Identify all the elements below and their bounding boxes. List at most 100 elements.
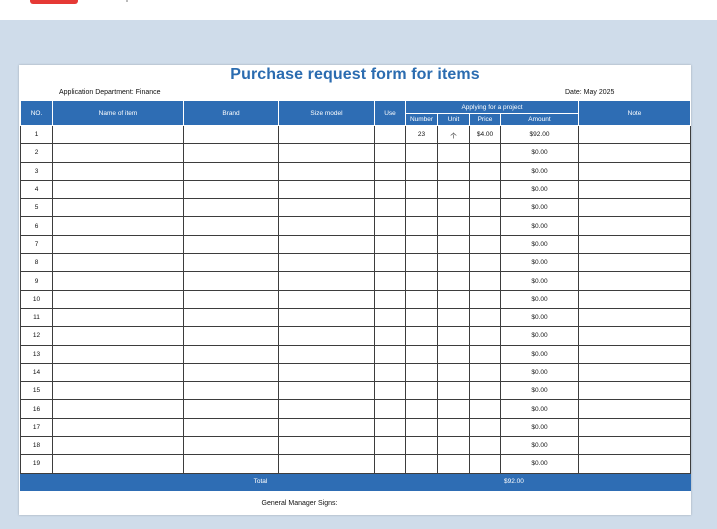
cell-brand	[183, 344, 279, 364]
cell-brand	[183, 271, 279, 291]
cell-price: $4.00	[469, 124, 501, 145]
cell-use	[374, 234, 406, 255]
cell-name	[52, 271, 184, 291]
cell-unit	[437, 399, 470, 419]
cell-amount: $0.00	[500, 362, 579, 383]
cell-brand	[183, 143, 279, 163]
cell-name	[52, 381, 184, 401]
table-row: 9 $0.00	[20, 271, 691, 291]
cell-number	[405, 271, 438, 291]
cell-no: 1	[20, 124, 53, 145]
cell-note	[578, 289, 691, 309]
header-number: Number	[405, 113, 438, 126]
cell-name	[52, 307, 184, 328]
table-row: 13 $0.00	[20, 344, 691, 364]
cell-amount: $0.00	[500, 454, 579, 474]
cell-note	[578, 417, 691, 438]
cell-price	[469, 234, 501, 255]
cell-name	[52, 124, 184, 145]
cell-unit	[437, 326, 470, 346]
cell-no: 10	[20, 289, 53, 309]
cell-use	[374, 307, 406, 328]
cell-name	[52, 417, 184, 438]
cell-price	[469, 179, 501, 200]
cell-brand	[183, 253, 279, 273]
cell-unit	[437, 216, 470, 236]
cell-number	[405, 143, 438, 163]
cell-note	[578, 234, 691, 255]
cell-unit	[437, 344, 470, 364]
table-row: 5 $0.00	[20, 198, 691, 218]
cell-note	[578, 253, 691, 273]
cell-price	[469, 417, 501, 438]
header-unit: Unit	[437, 113, 470, 126]
cell-price	[469, 271, 501, 291]
cell-unit	[437, 179, 470, 200]
table-row: 19 $0.00	[20, 454, 691, 474]
cell-note	[578, 344, 691, 364]
table-row: 3 $0.00	[20, 161, 691, 181]
cell-note	[578, 362, 691, 383]
cell-unit	[437, 198, 470, 218]
cell-use	[374, 161, 406, 181]
cell-size	[278, 436, 375, 456]
cell-note	[578, 399, 691, 419]
header-brand: Brand	[183, 100, 279, 126]
cell-unit	[437, 234, 470, 255]
cell-note	[578, 216, 691, 236]
cell-use	[374, 326, 406, 346]
cell-no: 11	[20, 307, 53, 328]
cell-no: 19	[20, 454, 53, 474]
cell-amount: $0.00	[500, 326, 579, 346]
cell-use	[374, 198, 406, 218]
cell-price	[469, 362, 501, 383]
cell-unit	[437, 307, 470, 328]
table-row: 17 $0.00	[20, 417, 691, 438]
cell-brand	[183, 216, 279, 236]
cell-no: 5	[20, 198, 53, 218]
cell-use	[374, 216, 406, 236]
header-note: Note	[578, 100, 691, 126]
cell-note	[578, 307, 691, 328]
form-sheet: Purchase request form for items Applicat…	[19, 65, 691, 515]
cell-use	[374, 362, 406, 383]
cell-no: 9	[20, 271, 53, 291]
table-body: 1 23 个 $4.00 $92.00 2 $0.00 3 $0.00 4 $0.00 5 $0.00 6…	[20, 124, 691, 474]
cell-note	[578, 124, 691, 145]
cell-price	[469, 454, 501, 474]
cell-amount: $92.00	[500, 124, 579, 145]
cell-unit	[437, 253, 470, 273]
cell-amount: $0.00	[500, 381, 579, 401]
cell-size	[278, 234, 375, 255]
cell-price	[469, 344, 501, 364]
total-amount: $92.00	[500, 472, 691, 491]
header-use: Use	[374, 100, 406, 126]
cell-name	[52, 326, 184, 346]
cell-price	[469, 143, 501, 163]
divider-mark	[126, 0, 128, 2]
cell-brand	[183, 381, 279, 401]
cell-note	[578, 454, 691, 474]
cell-number	[405, 417, 438, 438]
cell-no: 16	[20, 399, 53, 419]
cell-amount: $0.00	[500, 399, 579, 419]
cell-price	[469, 399, 501, 419]
cell-number	[405, 179, 438, 200]
cell-number	[405, 216, 438, 236]
cell-price	[469, 381, 501, 401]
cell-name	[52, 436, 184, 456]
cell-use	[374, 253, 406, 273]
cell-brand	[183, 307, 279, 328]
red-tab-marker	[30, 0, 78, 4]
cell-brand	[183, 124, 279, 145]
cell-size	[278, 381, 375, 401]
cell-use	[374, 124, 406, 145]
cell-note	[578, 143, 691, 163]
cell-size	[278, 253, 375, 273]
cell-number	[405, 161, 438, 181]
cell-note	[578, 436, 691, 456]
cell-price	[469, 198, 501, 218]
cell-name	[52, 253, 184, 273]
cell-amount: $0.00	[500, 271, 579, 291]
cell-name	[52, 179, 184, 200]
